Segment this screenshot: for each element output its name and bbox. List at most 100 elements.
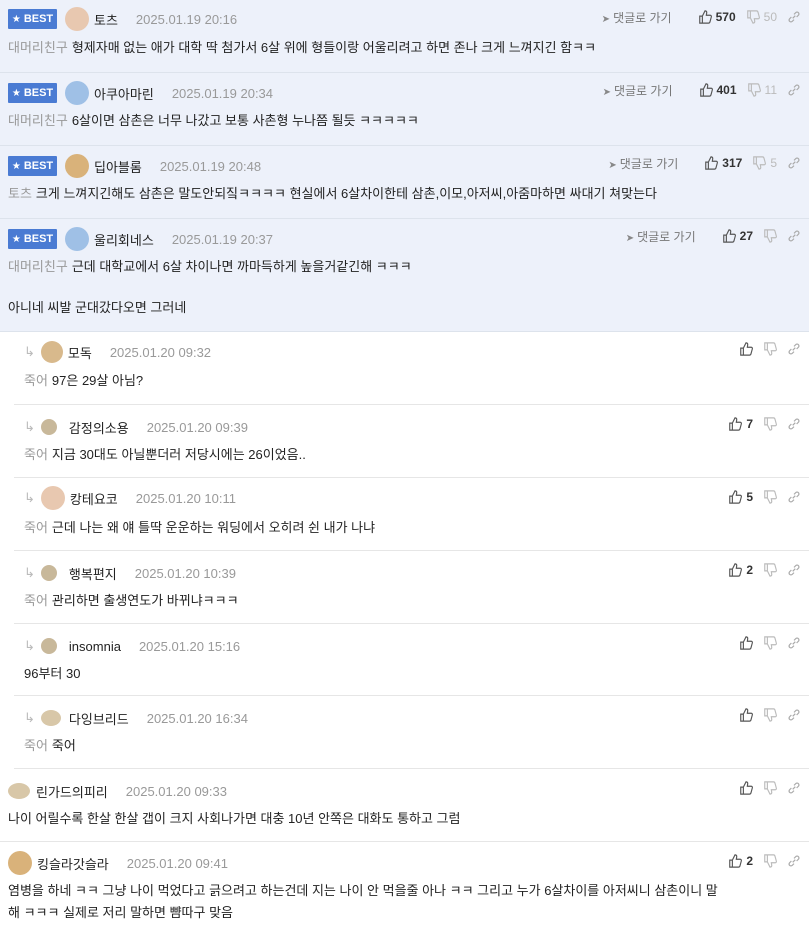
- like-button[interactable]: [739, 342, 753, 356]
- comment: 린가드의피리 2025.01.20 09:33 나이 어릴수록 한살 한살 갭이…: [0, 769, 809, 842]
- like-button[interactable]: 2: [728, 854, 753, 868]
- avatar[interactable]: [65, 81, 89, 105]
- link-button[interactable]: [787, 708, 801, 722]
- like-button[interactable]: [739, 636, 753, 650]
- go-to-reply-link[interactable]: ➤ 댓글로 가기: [602, 9, 672, 26]
- nickname[interactable]: 행복편지: [69, 564, 117, 583]
- link-icon: [788, 230, 800, 242]
- dislike-button[interactable]: [763, 417, 777, 431]
- thumbs-down-icon: [764, 708, 777, 722]
- timestamp: 2025.01.20 09:32: [109, 344, 212, 360]
- paper-plane-icon: ➤: [608, 159, 617, 171]
- like-button[interactable]: 570: [698, 10, 736, 24]
- comment: 킹슬라갓슬라 2025.01.20 09:41 2 염병을 하네 ㅋㅋ 그냥 나…: [0, 842, 809, 930]
- like-button[interactable]: 27: [722, 229, 753, 243]
- timestamp: 2025.01.20 09:39: [146, 419, 248, 435]
- avatar[interactable]: [65, 227, 89, 251]
- best-badge: ★ BEST: [8, 9, 57, 29]
- link-button[interactable]: [787, 229, 801, 243]
- link-button[interactable]: [787, 854, 801, 868]
- like-button[interactable]: 2: [728, 563, 753, 577]
- like-button[interactable]: [739, 781, 753, 795]
- timestamp: 2025.01.19 20:34: [171, 85, 274, 101]
- nickname[interactable]: 모독: [68, 343, 92, 362]
- go-to-reply-link[interactable]: ➤ 댓글로 가기: [608, 155, 678, 172]
- dislike-button[interactable]: [763, 342, 777, 356]
- like-button[interactable]: 7: [728, 417, 753, 431]
- thumbs-up-icon: [740, 636, 753, 650]
- like-button[interactable]: 401: [699, 83, 737, 97]
- link-button[interactable]: [787, 156, 801, 170]
- thumbs-up-icon: [729, 490, 743, 504]
- comment-text: 대머리친구 6살이면 삼촌은 너무 나갔고 보통 사촌형 누나쯤 될듯 ㅋㅋㅋㅋㅋ: [8, 113, 419, 128]
- avatar[interactable]: [40, 710, 61, 726]
- dislike-button[interactable]: [763, 490, 777, 504]
- reply-arrow-icon: ↳: [24, 565, 35, 580]
- timestamp: 2025.01.20 15:16: [138, 638, 241, 654]
- like-button[interactable]: 5: [728, 490, 753, 504]
- avatar[interactable]: [8, 783, 30, 799]
- nickname[interactable]: insomnia: [69, 639, 121, 654]
- link-button[interactable]: [787, 83, 801, 97]
- link-button[interactable]: [787, 417, 801, 431]
- avatar[interactable]: [40, 638, 57, 654]
- thumbs-down-icon: [764, 563, 777, 577]
- like-button[interactable]: [739, 708, 753, 722]
- avatar[interactable]: [65, 154, 89, 178]
- comment-text: 나이 어릴수록 한살 한살 갭이 크지 사회나가면 대충 10년 안쪽은 대화도…: [8, 811, 461, 826]
- comment-text-line2: 해 ㅋㅋㅋ 실제로 저리 말하면 뺨따구 맞음: [8, 905, 233, 920]
- paper-plane-icon: ➤: [602, 86, 611, 98]
- best-badge: ★ BEST: [8, 83, 57, 103]
- nickname[interactable]: 감정의소용: [69, 418, 129, 437]
- like-button[interactable]: 317: [704, 156, 742, 170]
- link-button[interactable]: [787, 636, 801, 650]
- go-to-reply-link[interactable]: ➤ 댓글로 가기: [603, 82, 673, 99]
- nickname[interactable]: 딥아블롬: [94, 157, 142, 176]
- comment-text: 죽어 지금 30대도 아닐뿐더러 저당시에는 26이었음..: [24, 447, 306, 462]
- comment-text: 죽어 죽어: [24, 738, 76, 753]
- avatar[interactable]: [40, 486, 65, 510]
- avatar[interactable]: [65, 7, 89, 31]
- dislike-button[interactable]: 50: [746, 10, 777, 24]
- link-button[interactable]: [787, 781, 801, 795]
- dislike-button[interactable]: [763, 563, 777, 577]
- dislike-button[interactable]: [763, 636, 777, 650]
- star-icon: ★: [11, 233, 21, 245]
- link-icon: [788, 564, 800, 576]
- star-icon: ★: [11, 13, 21, 25]
- link-icon: [788, 157, 800, 169]
- dislike-button[interactable]: [763, 229, 777, 243]
- nickname[interactable]: 토츠: [94, 10, 118, 29]
- dislike-button[interactable]: [763, 781, 777, 795]
- dislike-button[interactable]: [763, 854, 777, 868]
- thumbs-up-icon: [729, 417, 743, 431]
- avatar[interactable]: [40, 341, 63, 363]
- reply-comment: ↳ 다잉브리드 2025.01.20 16:34 죽어 죽어: [14, 696, 809, 769]
- nickname[interactable]: 린가드의피리: [36, 782, 108, 801]
- link-button[interactable]: [787, 342, 801, 356]
- go-to-reply-link[interactable]: ➤ 댓글로 가기: [626, 228, 696, 245]
- link-button[interactable]: [787, 490, 801, 504]
- reply-arrow-icon: ↳: [24, 344, 35, 359]
- nickname[interactable]: 다잉브리드: [69, 709, 129, 728]
- reply-comment: ↳ 행복편지 2025.01.20 10:39 2 죽어 관리하면 출생연도가 바…: [14, 551, 809, 624]
- thumbs-down-icon: [764, 342, 777, 356]
- avatar[interactable]: [40, 419, 57, 435]
- thumbs-down-icon: [746, 10, 760, 24]
- link-button[interactable]: [787, 563, 801, 577]
- avatar[interactable]: [8, 851, 32, 875]
- link-button[interactable]: [787, 10, 801, 24]
- thumbs-down-icon: [764, 636, 777, 650]
- dislike-button[interactable]: [763, 708, 777, 722]
- link-icon: [788, 343, 800, 355]
- reply-comment: ↳ insomnia 2025.01.20 15:16 96부터 30: [14, 624, 809, 696]
- dislike-button[interactable]: 11: [747, 83, 777, 97]
- dislike-button[interactable]: 5: [752, 156, 777, 170]
- nickname[interactable]: 캉테요코: [70, 489, 118, 508]
- comment-text: 죽어 97은 29살 아님?: [24, 373, 144, 388]
- avatar[interactable]: [40, 565, 57, 581]
- nickname[interactable]: 킹슬라갓슬라: [37, 854, 109, 873]
- nickname[interactable]: 울리회네스: [94, 230, 154, 249]
- nickname[interactable]: 아쿠아마린: [94, 84, 154, 103]
- comment-text: 96부터 30: [24, 666, 81, 681]
